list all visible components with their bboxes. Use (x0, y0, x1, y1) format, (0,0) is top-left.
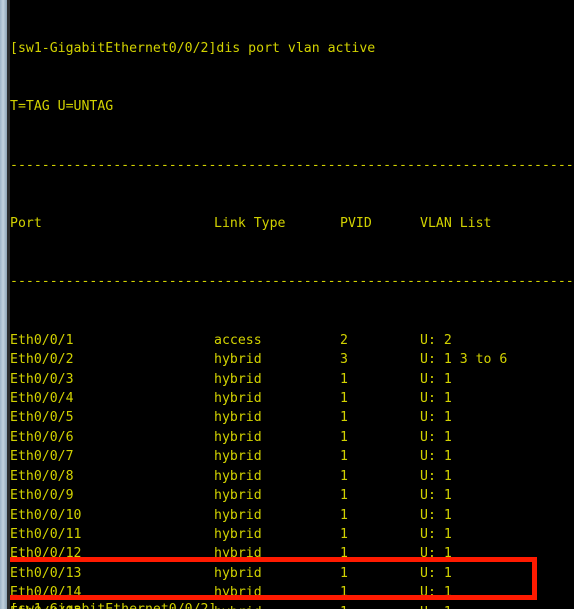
cell-link-type: hybrid (214, 352, 262, 368)
cell-link-type: hybrid (214, 371, 262, 387)
cell-link-type: hybrid (214, 410, 262, 426)
cell-vlan-list: U: 1 (420, 429, 452, 445)
table-header-row: Port Link Type PVID VLAN List (10, 214, 574, 233)
cell-link-type: hybrid (214, 429, 262, 445)
cell-port: Eth0/0/6 (10, 429, 74, 445)
table-row: Eth0/0/8 hybrid 1 U: 1 (10, 467, 574, 486)
cell-link-type: hybrid (214, 565, 262, 581)
table-row: Eth0/0/2 hybrid 3 U: 1 3 to 6 (10, 350, 574, 369)
cell-port: Eth0/0/3 (10, 371, 74, 387)
cell-vlan-list: U: 1 3 to 6 (420, 352, 508, 368)
cell-pvid: 1 (340, 585, 348, 601)
cell-vlan-list: U: 1 (420, 468, 452, 484)
cell-port: Eth0/0/10 (10, 507, 82, 523)
cell-vlan-list: U: 1 (420, 488, 452, 504)
table-row: Eth0/0/1 access 2 U: 2 (10, 331, 574, 350)
cell-pvid: 1 (340, 410, 348, 426)
cell-link-type: hybrid (214, 603, 340, 609)
cell-link-type: access (214, 332, 262, 348)
table-row: Eth0/0/9 hybrid 1 U: 1 (10, 486, 574, 505)
scrollbar-strip[interactable] (0, 0, 7, 609)
cell-port: Eth0/0/11 (10, 527, 82, 542)
command-prompt-line: [sw1-GigabitEthernet0/0/2]dis port vlan … (10, 40, 376, 56)
cell-link-type: hybrid (214, 527, 262, 542)
cell-link-type: hybrid (214, 468, 262, 484)
cell-link-type: hybrid (214, 507, 262, 523)
cell-vlan-list: U: 2 (420, 332, 452, 348)
table-row: Eth0/0/6 hybrid 1 U: 1 (10, 428, 574, 447)
cell-link-type: hybrid (214, 546, 262, 562)
header-pvid: PVID (340, 215, 372, 231)
cell-port: Eth0/0/8 (10, 468, 74, 484)
cell-vlan-list: U: 1 (420, 603, 452, 609)
cell-vlan-list: U: 1 (420, 390, 452, 406)
table-row: Eth0/0/13 hybrid 1 U: 1 (10, 564, 574, 583)
cell-link-type: hybrid (214, 488, 262, 504)
table-row: Eth0/0/12 hybrid 1 U: 1 (10, 544, 574, 563)
cell-port: Eth0/0/5 (10, 410, 74, 426)
cell-port: Eth0/0/4 (10, 390, 74, 406)
cell-pvid: 1 (340, 429, 348, 445)
separator-bottom: ----------------------------------------… (10, 274, 574, 290)
header-port: Port (10, 215, 42, 231)
cell-vlan-list: U: 1 (420, 585, 452, 601)
cell-pvid: 1 (340, 546, 348, 562)
console-output: [sw1-GigabitEthernet0/0/2]dis port vlan … (10, 0, 574, 609)
terminal-window: [sw1-GigabitEthernet0/0/2]dis port vlan … (0, 0, 574, 609)
cell-link-type: hybrid (214, 390, 262, 406)
cell-vlan-list: U: 1 (420, 371, 452, 387)
cell-vlan-list: U: 1 (420, 410, 452, 426)
table-row: Eth0/0/4 hybrid 1 U: 1 (10, 389, 574, 408)
bottom-prompt-line: [sw1-GigabitEthernet0/0/2] (10, 600, 216, 609)
header-link-type: Link Type (214, 215, 286, 231)
cell-vlan-list: U: 1 (420, 527, 452, 542)
table-row: Eth0/0/11 hybrid 1 U: 1 (10, 525, 574, 544)
cell-port: Eth0/0/12 (10, 546, 82, 562)
port-vlan-table: Eth0/0/1 access 2 U: 2 Eth0/0/2 hybrid 3 U: 1 3… (10, 331, 574, 609)
cell-pvid: 1 (340, 527, 348, 542)
cell-pvid: 1 (340, 468, 348, 484)
cell-pvid: 1 (340, 603, 420, 609)
cell-port: Eth0/0/9 (10, 488, 74, 504)
cell-vlan-list: U: 1 (420, 449, 452, 465)
terminal-left-border (7, 0, 10, 609)
cell-port: Eth0/0/2 (10, 352, 74, 368)
cell-pvid: 1 (340, 565, 348, 581)
cell-port: Eth0/0/13 (10, 565, 82, 581)
table-row: Eth0/0/3 hybrid 1 U: 1 (10, 370, 574, 389)
cell-port: Eth0/0/1 (10, 332, 74, 348)
cell-port: Eth0/0/7 (10, 449, 74, 465)
cell-link-type: hybrid (214, 585, 262, 601)
table-row: Eth0/0/10 hybrid 1 U: 1 (10, 506, 574, 525)
table-row: Eth0/0/7 hybrid 1 U: 1 (10, 447, 574, 466)
cell-vlan-list: U: 1 (420, 565, 452, 581)
cell-pvid: 1 (340, 390, 348, 406)
table-row: Eth0/0/5 hybrid 1 U: 1 (10, 408, 574, 427)
legend-line: T=TAG U=UNTAG (10, 99, 114, 115)
separator-top: ----------------------------------------… (10, 157, 574, 173)
cell-pvid: 1 (340, 371, 348, 387)
cell-pvid: 3 (340, 352, 348, 368)
cell-pvid: 1 (340, 488, 348, 504)
cell-pvid: 2 (340, 332, 348, 348)
cell-vlan-list: U: 1 (420, 507, 452, 523)
cell-pvid: 1 (340, 507, 348, 523)
cell-link-type: hybrid (214, 449, 262, 465)
cell-pvid: 1 (340, 449, 348, 465)
header-vlan-list: VLAN List (420, 215, 492, 231)
cell-vlan-list: U: 1 (420, 546, 452, 562)
